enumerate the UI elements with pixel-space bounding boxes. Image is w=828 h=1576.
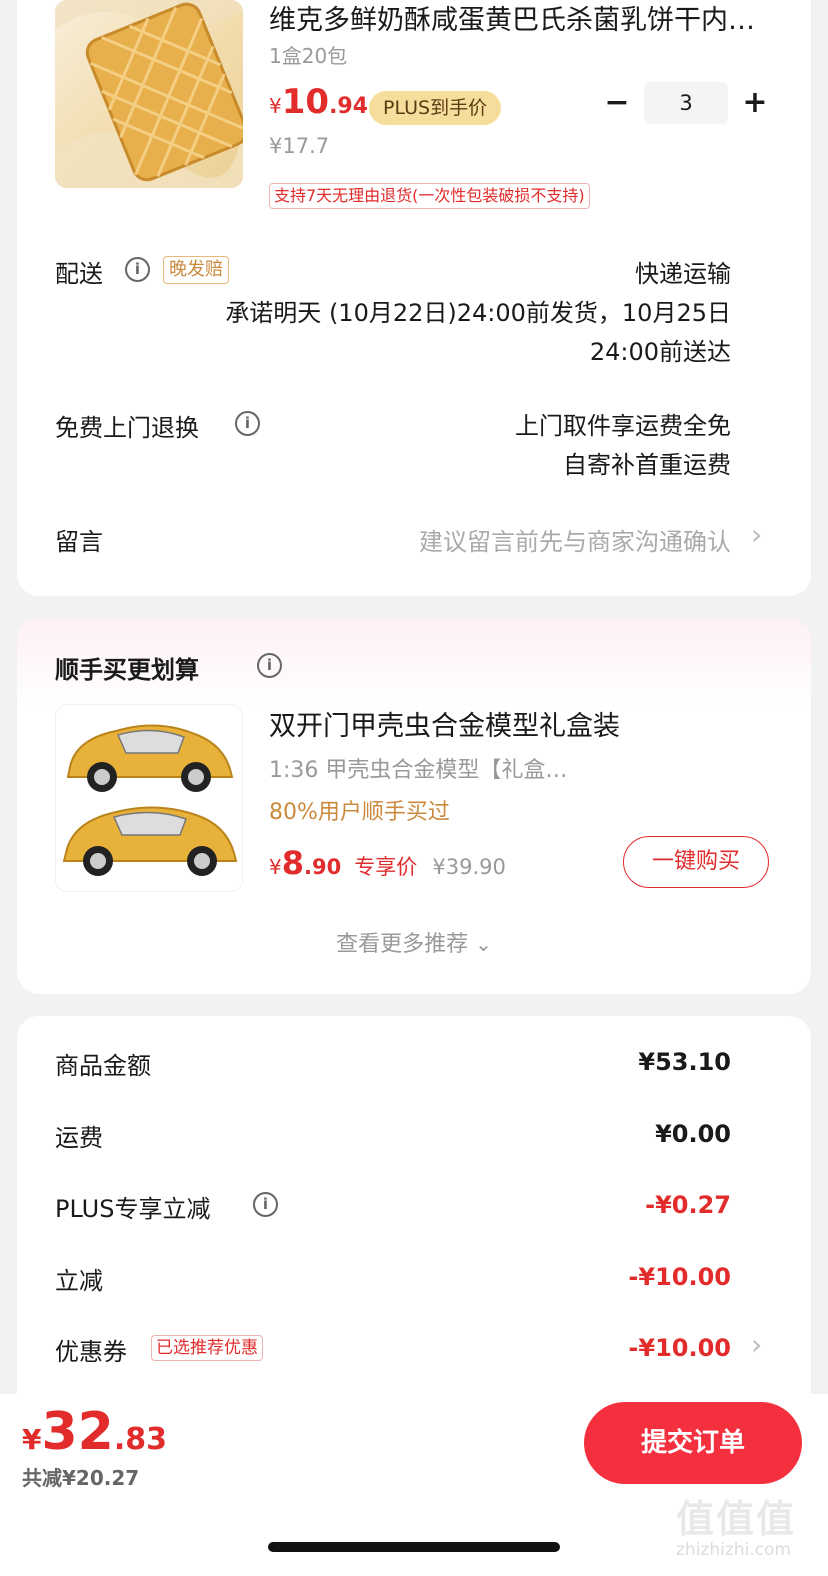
original-price: ¥17.7 — [269, 134, 330, 158]
summary-value-goods: ¥53.10 — [638, 1048, 731, 1076]
free-return-line2: 自寄补首重运费 — [563, 451, 731, 479]
addon-bought-rate: 80%用户顺手买过 — [269, 800, 450, 825]
delivery-method: 快递运输 — [635, 260, 731, 288]
price-int: 10 — [281, 82, 330, 122]
summary-value-discount: -¥10.00 — [628, 1263, 731, 1291]
price-dec: .83 — [113, 1422, 168, 1457]
quantity-increase-button[interactable]: + — [739, 85, 771, 121]
price-symbol: ¥ — [22, 1423, 42, 1456]
product-title[interactable]: 维克多鲜奶酥咸蛋黄巴氏杀菌乳饼干内… — [269, 0, 755, 37]
delivery-promise-line2: 24:00前送达 — [589, 338, 731, 366]
message-input[interactable]: 建议留言前先与商家沟通确认 — [419, 522, 731, 557]
late-compensation-tag: 晚发赔 — [163, 256, 229, 284]
addon-item-subtitle: 1:36 甲壳虫合金模型【礼盒… — [269, 758, 568, 783]
info-icon[interactable]: i — [125, 257, 150, 282]
submit-order-button[interactable]: 提交订单 — [584, 1402, 802, 1484]
view-more-label: 查看更多推荐 — [336, 932, 469, 957]
info-icon[interactable]: i — [235, 411, 260, 436]
total-price: ¥32.83 — [22, 1402, 167, 1462]
addon-price: ¥8.90 专享价 ¥39.90 — [269, 844, 506, 882]
addon-image[interactable] — [55, 704, 243, 892]
summary-label-shipping: 运费 — [55, 1124, 103, 1152]
biscuit-image — [55, 0, 243, 188]
delivery-label: 配送 — [55, 260, 103, 288]
beetle-car-image — [62, 724, 238, 876]
price-dec: .90 — [304, 855, 342, 879]
coupon-recommended-tag: 已选推荐优惠 — [151, 1335, 263, 1361]
addon-card: 顺手买更划算 i 双开门甲壳虫合金模型礼盒装 1:36 甲壳虫合金模型【礼盒… … — [17, 618, 811, 994]
summary-value-plus: -¥0.27 — [645, 1191, 731, 1219]
delivery-promise-line1: 承诺明天 (10月22日)24:00前发货，10月25日 — [225, 299, 731, 327]
addon-item-title[interactable]: 双开门甲壳虫合金模型礼盒装 — [269, 704, 620, 743]
product-price: ¥10.94 — [269, 82, 368, 122]
free-return-line1: 上门取件享运费全免 — [515, 412, 731, 440]
price-int: 32 — [41, 1402, 114, 1462]
summary-label-plus: PLUS专享立减 — [55, 1195, 211, 1223]
price-dec: .94 — [329, 94, 369, 119]
return-policy-tag: 支持7天无理由退货(一次性包装破损不支持) — [269, 183, 590, 209]
summary-label-discount: 立减 — [55, 1267, 103, 1295]
message-label: 留言 — [55, 528, 103, 556]
watermark-url: zhizhizhi.com — [676, 1540, 791, 1560]
quantity-input[interactable]: 3 — [644, 82, 728, 124]
summary-value-shipping: ¥0.00 — [655, 1120, 731, 1148]
home-indicator[interactable] — [268, 1542, 560, 1552]
plus-price-badge: PLUS到手价 — [369, 91, 502, 125]
info-icon[interactable]: i — [257, 653, 282, 678]
free-return-label: 免费上门退换 — [55, 414, 199, 442]
summary-label-goods: 商品金额 — [55, 1052, 151, 1080]
summary-label-coupon: 优惠券 — [55, 1338, 127, 1366]
product-image[interactable] — [55, 0, 243, 188]
price-symbol: ¥ — [269, 855, 282, 879]
view-more-recommendations[interactable]: 查看更多推荐 ⌄ — [17, 926, 811, 958]
price-int: 8 — [281, 844, 304, 882]
total-saved: 共减¥20.27 — [22, 1466, 140, 1490]
price-symbol: ¥ — [269, 94, 282, 118]
chevron-right-icon[interactable]: › — [751, 1328, 762, 1361]
addon-title: 顺手买更划算 — [55, 656, 199, 684]
info-icon[interactable]: i — [253, 1192, 278, 1217]
chevron-down-icon: ⌄ — [475, 932, 492, 956]
quantity-decrease-button[interactable]: − — [601, 85, 633, 121]
product-card: 维克多鲜奶酥咸蛋黄巴氏杀菌乳饼干内… 1盒20包 ¥10.94 PLUS到手价 … — [17, 0, 811, 596]
product-spec: 1盒20包 — [269, 44, 348, 68]
price-summary-card: 商品金额 ¥53.10 运费 ¥0.00 PLUS专享立减 i -¥0.27 立… — [17, 1016, 811, 1436]
addon-original-price: ¥39.90 — [432, 855, 506, 879]
chevron-right-icon[interactable]: › — [751, 518, 762, 551]
watermark-logo: 值值值 — [676, 1497, 797, 1541]
exclusive-price-label: 专享价 — [354, 855, 418, 879]
summary-value-coupon[interactable]: -¥10.00 — [628, 1334, 731, 1362]
one-click-buy-button[interactable]: 一键购买 — [623, 836, 769, 888]
